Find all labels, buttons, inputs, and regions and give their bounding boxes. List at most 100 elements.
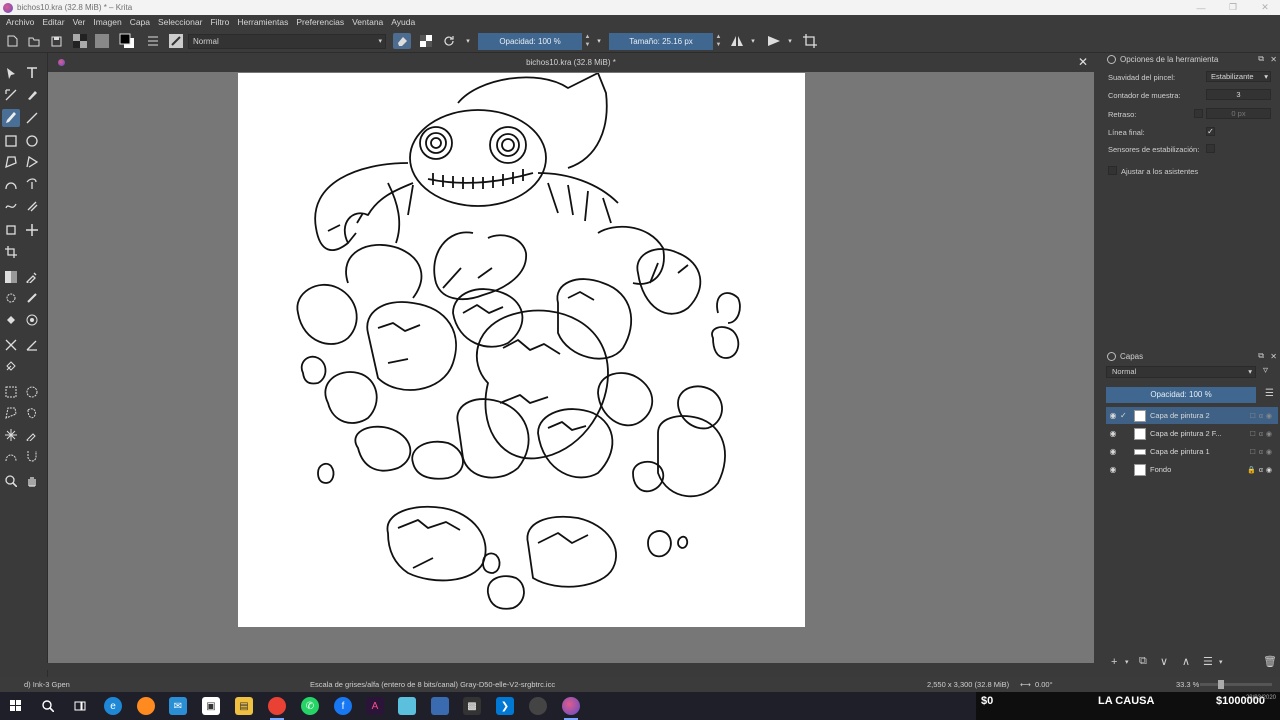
minimize-button[interactable]: — [1185, 0, 1217, 15]
menu-archivo[interactable]: Archivo [6, 17, 34, 27]
blend-mode-select[interactable]: Normal ▾ [188, 34, 386, 49]
delay-checkbox[interactable] [1194, 109, 1203, 118]
canvas-area[interactable]: bichos10.kra (32.8 MiB) * ✕ [48, 53, 1094, 666]
foreground-background-color-icon[interactable] [118, 33, 136, 49]
float-panel-icon[interactable]: ⧉ [1258, 54, 1264, 64]
delete-layer-icon[interactable]: 🗑 [1263, 655, 1277, 668]
close-panel-icon[interactable]: ✕ [1270, 55, 1277, 64]
line-tool-icon[interactable] [23, 109, 41, 127]
add-layer-icon[interactable]: + [1111, 656, 1117, 668]
size-spinner[interactable]: ▲ ▼ [714, 33, 723, 50]
chevron-down-icon[interactable]: ▾ [748, 33, 758, 49]
search-icon[interactable] [39, 697, 57, 715]
reference-images-tool-icon[interactable] [2, 357, 20, 375]
calligraphy-tool-icon[interactable] [23, 86, 41, 104]
move-layer-down-icon[interactable]: ∨ [1160, 655, 1168, 668]
task-view-icon[interactable] [71, 697, 89, 715]
similar-color-selection-tool-icon[interactable] [23, 426, 41, 444]
menu-seleccionar[interactable]: Seleccionar [158, 17, 202, 27]
layer-menu-icon[interactable]: ☰ [1265, 388, 1274, 399]
chevron-down-icon[interactable]: ▾ [1125, 658, 1129, 666]
menu-capa[interactable]: Capa [130, 17, 150, 27]
maximize-button[interactable]: ❐ [1217, 0, 1249, 15]
colorize-mask-tool-icon[interactable] [2, 289, 20, 307]
visibility-eye-icon[interactable]: ◉ [1106, 411, 1120, 420]
drawing-canvas[interactable] [238, 73, 805, 627]
freehand-brush-tool-icon[interactable] [2, 109, 20, 127]
chevron-down-icon[interactable]: ▾ [594, 33, 604, 49]
menu-filtro[interactable]: Filtro [210, 17, 229, 27]
gradient-tool-icon[interactable] [2, 268, 20, 286]
freehand-path-tool-icon[interactable] [23, 175, 41, 193]
delay-spinbox[interactable]: 0 px [1206, 108, 1271, 119]
layer-blend-mode-select[interactable]: Normal ▾ [1106, 366, 1256, 378]
size-slider[interactable]: Tamaño: 25.16 px [609, 33, 713, 50]
document-tab[interactable]: bichos10.kra (32.8 MiB) * ✕ [48, 53, 1094, 72]
sample-count-spinbox[interactable]: 3 [1206, 89, 1271, 100]
layer-properties-icons[interactable]: ☐α◉ [1250, 448, 1278, 456]
app-icon[interactable] [431, 697, 449, 715]
store-icon[interactable]: ▣ [202, 697, 220, 715]
measure-tool-icon[interactable] [23, 336, 41, 354]
fill-tool-icon[interactable] [2, 311, 20, 329]
zoom-tool-icon[interactable] [2, 472, 20, 490]
windows-start-icon[interactable] [7, 697, 25, 715]
mail-icon[interactable]: ✉ [169, 697, 187, 715]
mirror-vertical-icon[interactable] [765, 33, 783, 49]
polygonal-selection-tool-icon[interactable] [2, 404, 20, 422]
close-document-icon[interactable]: ✕ [1078, 53, 1088, 72]
rectangular-selection-tool-icon[interactable] [2, 383, 20, 401]
rotation-icon[interactable]: ⟷ [1020, 680, 1031, 689]
facebook-icon[interactable]: f [334, 697, 352, 715]
eraser-mode-icon[interactable] [393, 33, 411, 49]
obs-recorder-icon[interactable] [529, 697, 547, 715]
smart-patch-tool-icon[interactable] [23, 289, 41, 307]
adobe-app-icon[interactable]: A [366, 697, 384, 715]
visibility-eye-icon[interactable]: ◉ [1106, 465, 1120, 474]
crop-tool-icon[interactable] [2, 243, 20, 261]
zoom-slider[interactable] [1200, 680, 1272, 689]
edge-browser-icon[interactable]: e [104, 697, 122, 715]
wrap-around-icon[interactable] [801, 33, 819, 49]
chrome-browser-icon[interactable] [268, 697, 286, 720]
layer-properties-icons[interactable]: ☐α◉ [1250, 412, 1278, 420]
opacity-spinner[interactable]: ▲ ▼ [583, 33, 592, 50]
app-icon[interactable] [137, 697, 155, 715]
finish-line-checkbox[interactable]: ✓ [1206, 127, 1215, 136]
visibility-eye-icon[interactable]: ◉ [1106, 447, 1120, 456]
multibrush-tool-icon[interactable] [23, 197, 41, 215]
reload-preset-icon[interactable] [441, 33, 457, 49]
krita-taskbar-icon[interactable] [562, 697, 580, 720]
chevron-down-icon[interactable]: ▾ [463, 33, 473, 49]
zoom-slider-handle[interactable] [1218, 680, 1224, 689]
layer-opacity-slider[interactable]: Opacidad: 100 % [1106, 387, 1256, 403]
bezier-selection-tool-icon[interactable] [2, 447, 20, 465]
ellipse-tool-icon[interactable] [23, 132, 41, 150]
menu-imagen[interactable]: Imagen [93, 17, 121, 27]
whatsapp-icon[interactable]: ✆ [301, 697, 319, 715]
color-picker-tool-icon[interactable] [23, 268, 41, 286]
layer-row[interactable]: ◉ ✓ Capa de pintura 2 ☐α◉ [1106, 407, 1278, 424]
edit-shapes-tool-icon[interactable] [2, 86, 20, 104]
menu-ver[interactable]: Ver [73, 17, 86, 27]
lock-icon[interactable]: 🔒α◉ [1247, 466, 1278, 474]
dynamic-brush-tool-icon[interactable] [2, 197, 20, 215]
preserve-alpha-icon[interactable] [418, 33, 434, 49]
pattern-swatch-icon[interactable] [94, 33, 110, 49]
terminal-icon[interactable]: ▩ [463, 697, 481, 715]
menu-ventana[interactable]: Ventana [352, 17, 383, 27]
menu-ayuda[interactable]: Ayuda [391, 17, 415, 27]
layer-row[interactable]: ◉ Fondo 🔒α◉ [1106, 461, 1278, 478]
select-shapes-tool-icon[interactable] [2, 64, 20, 82]
close-panel-icon[interactable]: ✕ [1270, 352, 1277, 361]
elliptical-selection-tool-icon[interactable] [23, 383, 41, 401]
menu-preferencias[interactable]: Preferencias [296, 17, 344, 27]
layer-row[interactable]: ◉ Capa de pintura 2 F... ☐α◉ [1106, 425, 1278, 442]
brush-settings-icon[interactable] [146, 33, 160, 49]
open-folder-icon[interactable] [27, 33, 41, 49]
new-document-icon[interactable] [5, 33, 19, 49]
chevron-down-icon[interactable]: ▾ [1219, 658, 1223, 666]
polyline-tool-icon[interactable] [23, 153, 41, 171]
gradient-swatch-icon[interactable] [72, 33, 88, 49]
magnetic-selection-tool-icon[interactable] [23, 447, 41, 465]
